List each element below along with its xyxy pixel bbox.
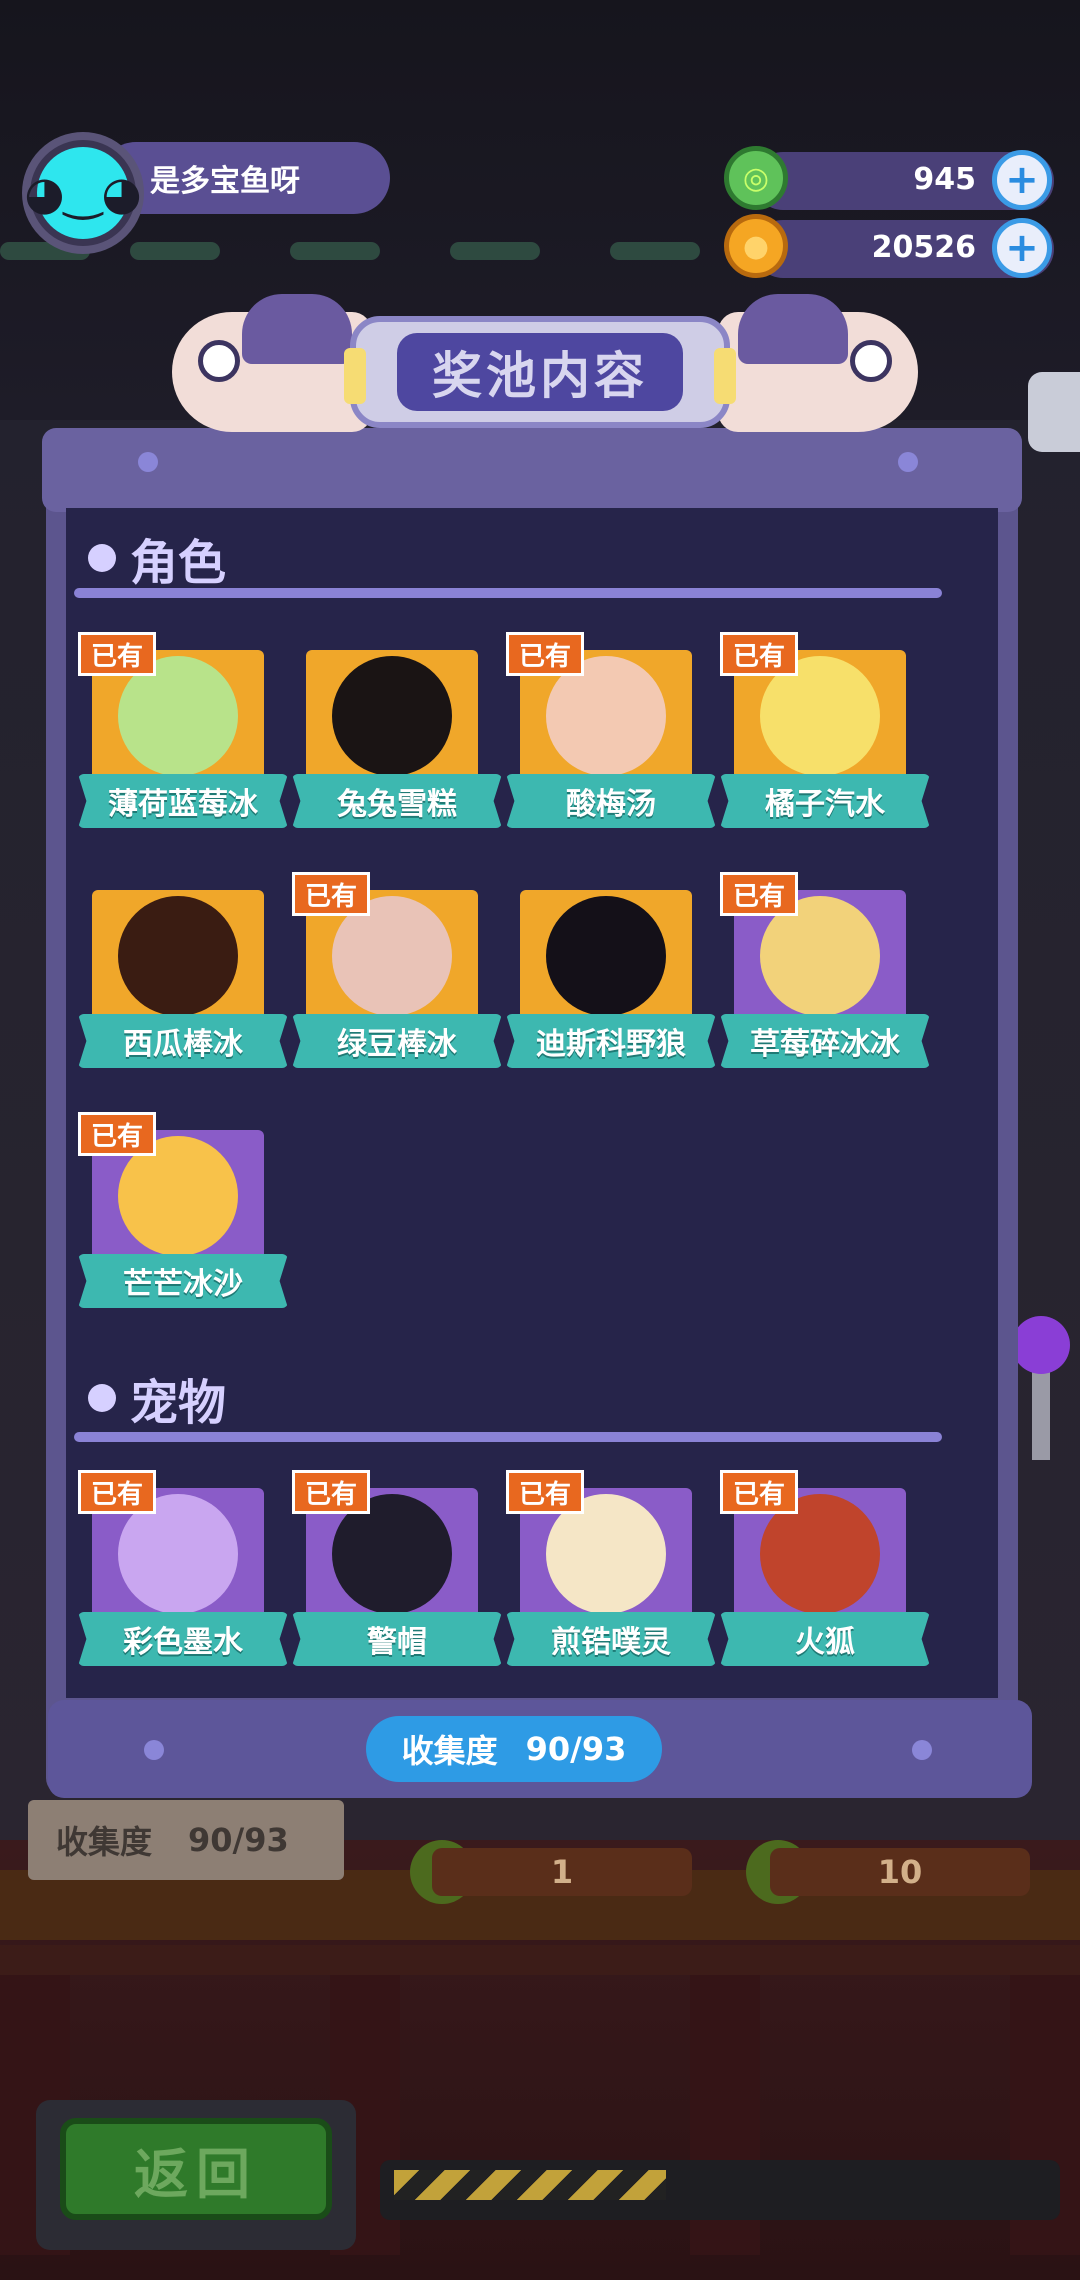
fish-left-icon	[172, 294, 372, 432]
panel-title: 奖池内容	[432, 347, 648, 405]
add-donut-button[interactable]: +	[992, 150, 1052, 210]
prize-name: 芒芒冰沙	[78, 1254, 288, 1308]
back-button[interactable]: 返回	[60, 2118, 332, 2220]
owned-badge: 已有	[78, 632, 156, 676]
prize-name: 薄荷蓝莓冰	[78, 774, 288, 828]
panel-title-banner: 奖池内容	[344, 316, 736, 428]
draw-ten-label: 10	[877, 1853, 923, 1891]
panel-top-bar	[42, 428, 1022, 512]
banner-cap	[344, 348, 366, 404]
player-name: 是多宝鱼呀	[150, 164, 300, 199]
prize-card[interactable]: 兔兔雪糕	[292, 640, 506, 850]
owned-badge: 已有	[720, 872, 798, 916]
add-planet-button[interactable]: +	[992, 218, 1052, 278]
draw-one-button[interactable]: 1	[432, 1848, 692, 1896]
section-divider	[74, 1432, 942, 1442]
background-collection-label: 收集度	[56, 1823, 153, 1861]
fish-right-icon	[718, 294, 918, 432]
rivet	[144, 1740, 164, 1760]
section-title-characters: 角色	[130, 535, 227, 591]
prize-name: 彩色墨水	[78, 1612, 288, 1666]
prize-art-icon	[546, 896, 666, 1016]
prize-card[interactable]: 煎锆噗灵 已有	[506, 1470, 720, 1688]
collection-value: 90/93	[525, 1730, 627, 1768]
planet-coin-icon: ●	[724, 214, 788, 278]
section-header-characters: 角色	[88, 528, 226, 591]
prize-name: 西瓜棒冰	[78, 1014, 288, 1068]
prize-list[interactable]: 角色 薄荷蓝莓冰 已有 兔兔雪糕 酸梅汤 已有 橘子汽水 已有 西瓜棒冰 绿豆棒冰 已有 迪斯科野狼…	[66, 508, 998, 1698]
currency-planet: ● 20526 +	[724, 214, 1054, 278]
prize-name: 火狐	[720, 1612, 930, 1666]
section-divider	[74, 588, 942, 598]
owned-badge: 已有	[78, 1112, 156, 1156]
section-header-pets: 宠物	[88, 1368, 226, 1431]
prize-name: 橘子汽水	[720, 774, 930, 828]
background-counter	[0, 1945, 1080, 1975]
owned-badge: 已有	[720, 632, 798, 676]
owned-badge: 已有	[78, 1470, 156, 1514]
section-title-pets: 宠物	[130, 1375, 227, 1431]
prize-card[interactable]: 薄荷蓝莓冰 已有	[78, 632, 292, 850]
owned-badge: 已有	[292, 1470, 370, 1514]
lever-knob[interactable]	[1012, 1316, 1070, 1374]
donut-icon: ◎	[724, 146, 788, 210]
prize-card[interactable]: 橘子汽水 已有	[720, 632, 934, 850]
currency-planet-value: 20526	[871, 230, 976, 265]
player-avatar-frame[interactable]: ◕‿◕	[22, 132, 144, 254]
prize-card[interactable]: 迪斯科野狼	[506, 880, 720, 1090]
draw-ten-button[interactable]: 10	[770, 1848, 1030, 1896]
rivet	[912, 1740, 932, 1760]
prize-card[interactable]: 绿豆棒冰 已有	[292, 872, 506, 1090]
currency-donut: ◎ 945 +	[724, 146, 1054, 210]
owned-badge: 已有	[292, 872, 370, 916]
prize-name: 兔兔雪糕	[292, 774, 502, 828]
owned-badge: 已有	[506, 1470, 584, 1514]
currency-donut-value: 945	[913, 162, 976, 197]
prize-card[interactable]: 西瓜棒冰	[78, 880, 292, 1090]
owned-badge: 已有	[720, 1470, 798, 1514]
collection-progress: 收集度 90/93	[366, 1716, 662, 1782]
prize-name: 迪斯科野狼	[506, 1014, 716, 1068]
prize-card[interactable]: 彩色墨水 已有	[78, 1470, 292, 1688]
prize-name: 警帽	[292, 1612, 502, 1666]
side-clip	[1028, 372, 1080, 452]
back-button-label: 返回	[134, 2142, 258, 2206]
background-collection-value: 90/93	[188, 1821, 289, 1859]
rivet	[138, 452, 158, 472]
rivet	[898, 452, 918, 472]
prize-card[interactable]: 警帽 已有	[292, 1470, 506, 1688]
draw-one-label: 1	[550, 1853, 574, 1891]
prize-name: 草莓碎冰冰	[720, 1014, 930, 1068]
banner-cap	[714, 348, 736, 404]
background-collection-badge: 收集度 90/93	[28, 1800, 344, 1880]
prize-card[interactable]: 酸梅汤 已有	[506, 632, 720, 850]
prize-card[interactable]: 草莓碎冰冰 已有	[720, 872, 934, 1090]
prize-art-icon	[332, 656, 452, 776]
owned-badge: 已有	[506, 632, 584, 676]
cat-face-icon: ◕‿◕	[24, 147, 142, 239]
prize-card[interactable]: 火狐 已有	[720, 1470, 934, 1688]
lever-stick	[1032, 1360, 1050, 1460]
prize-art-icon	[118, 896, 238, 1016]
hazard-stripe	[394, 2170, 666, 2200]
player-name-pill[interactable]: 是多宝鱼呀	[100, 142, 390, 214]
prize-name: 煎锆噗灵	[506, 1612, 716, 1666]
prize-card[interactable]: 芒芒冰沙 已有	[78, 1112, 292, 1330]
collection-label: 收集度	[401, 1732, 498, 1770]
prize-name: 酸梅汤	[506, 774, 716, 828]
prize-name: 绿豆棒冰	[292, 1014, 502, 1068]
